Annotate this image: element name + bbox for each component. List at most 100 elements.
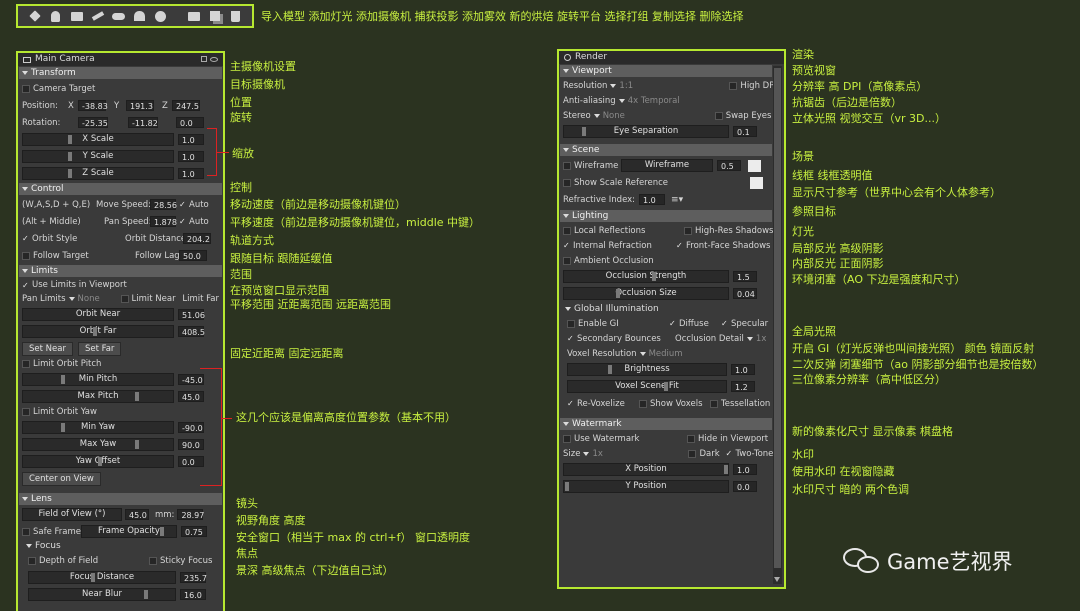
- scale-color-swatch[interactable]: [750, 176, 763, 189]
- x-scale-field[interactable]: 1.0: [178, 134, 204, 145]
- turntable-icon[interactable]: [150, 8, 171, 24]
- ypos-slider[interactable]: Y Position: [563, 480, 729, 493]
- checkbox[interactable]: [567, 319, 575, 328]
- mm-field[interactable]: 28.97: [177, 509, 204, 520]
- check-icon[interactable]: ✓: [563, 241, 571, 250]
- orbit-near-field[interactable]: 51.06: [178, 309, 205, 320]
- center-on-view-button[interactable]: Center on View: [22, 471, 101, 486]
- use-limits-row[interactable]: ✓ Use Limits in Viewport: [18, 278, 223, 292]
- checkbox[interactable]: [22, 408, 30, 416]
- xpos-slider[interactable]: X Position: [563, 463, 729, 476]
- brightness-slider[interactable]: Brightness: [567, 363, 727, 376]
- menu-icon[interactable]: ≡▾: [671, 195, 683, 205]
- rotation-x-field[interactable]: -25.35: [78, 117, 108, 128]
- check-icon[interactable]: ✓: [567, 334, 575, 343]
- wireframe-field[interactable]: 0.5: [717, 160, 741, 171]
- y-scale-slider[interactable]: Y Scale: [22, 150, 174, 163]
- occ-strength-field[interactable]: 1.5: [733, 271, 757, 282]
- chevron-down-icon[interactable]: [618, 98, 625, 103]
- camera-icon[interactable]: [66, 8, 87, 24]
- auto-check-icon[interactable]: ✓: [179, 217, 187, 226]
- voxel-fit-field[interactable]: 1.2: [731, 381, 755, 392]
- occ-size-slider[interactable]: Occlusion Size: [563, 287, 729, 300]
- wireframe-color-swatch[interactable]: [748, 159, 761, 172]
- xpos-field[interactable]: 1.0: [733, 464, 757, 475]
- orbit-distance-field[interactable]: 204.2: [183, 233, 211, 244]
- checkbox[interactable]: [710, 399, 718, 408]
- check-icon[interactable]: ✓: [669, 319, 677, 328]
- light-bulb-icon[interactable]: [45, 8, 66, 24]
- near-blur-slider[interactable]: Near Blur: [28, 588, 176, 601]
- checkbox[interactable]: [563, 256, 571, 265]
- checkbox[interactable]: [28, 556, 36, 565]
- occ-size-field[interactable]: 0.04: [733, 288, 757, 299]
- fov-slider[interactable]: Field of View (°): [22, 508, 122, 521]
- fog-icon[interactable]: [108, 8, 129, 24]
- checkbox[interactable]: [729, 81, 738, 90]
- checkbox[interactable]: [687, 434, 695, 443]
- min-pitch-slider[interactable]: Min Pitch: [22, 373, 174, 386]
- capture-icon[interactable]: [87, 8, 108, 24]
- limit-pitch-row[interactable]: Limit Orbit Pitch: [18, 357, 223, 371]
- near-blur-field[interactable]: 16.0: [180, 589, 206, 600]
- rotation-z-field[interactable]: 0.0: [176, 117, 204, 128]
- set-far-button[interactable]: Set Far: [77, 341, 122, 356]
- checkbox[interactable]: [688, 449, 697, 458]
- voxel-fit-slider[interactable]: Voxel Scene Fit: [567, 380, 727, 393]
- chevron-down-icon[interactable]: [583, 451, 590, 456]
- cube-icon[interactable]: [24, 8, 45, 24]
- check-icon[interactable]: ✓: [567, 399, 575, 408]
- wireframe-slider[interactable]: Wireframe: [621, 159, 713, 172]
- check-icon[interactable]: ✓: [676, 241, 684, 250]
- chevron-down-icon[interactable]: [639, 351, 646, 356]
- check-icon[interactable]: ✓: [725, 449, 733, 458]
- bake-icon[interactable]: [129, 8, 150, 24]
- position-y-field[interactable]: 191.3: [126, 100, 154, 111]
- lock-icon[interactable]: [201, 56, 207, 62]
- ypos-field[interactable]: 0.0: [733, 481, 757, 492]
- duplicate-icon[interactable]: [204, 8, 225, 24]
- y-scale-field[interactable]: 1.0: [178, 151, 204, 162]
- orbit-style-check-icon[interactable]: ✓: [22, 234, 30, 243]
- checkbox[interactable]: [22, 527, 30, 536]
- limit-yaw-row[interactable]: Limit Orbit Yaw: [18, 405, 223, 419]
- render-scrollbar[interactable]: [773, 66, 782, 584]
- transform-header[interactable]: Transform: [19, 67, 222, 79]
- set-near-button[interactable]: Set Near: [22, 341, 73, 356]
- chevron-down-icon[interactable]: [593, 113, 600, 118]
- lens-header[interactable]: Lens: [19, 493, 222, 505]
- scroll-down-icon[interactable]: [774, 577, 780, 582]
- checkbox[interactable]: [639, 399, 647, 408]
- x-scale-slider[interactable]: X Scale: [22, 133, 174, 146]
- move-speed-field[interactable]: 28.56: [150, 199, 177, 210]
- eye-sep-slider[interactable]: Eye Separation: [563, 125, 729, 138]
- checkbox[interactable]: [714, 111, 723, 120]
- z-scale-slider[interactable]: Z Scale: [22, 167, 174, 180]
- auto-check-icon[interactable]: ✓: [179, 200, 187, 209]
- select-group-icon[interactable]: [183, 8, 204, 24]
- position-z-field[interactable]: 247.5: [172, 100, 200, 111]
- eye-sep-field[interactable]: 0.1: [733, 126, 757, 137]
- focus-distance-field[interactable]: 235.7: [180, 572, 207, 583]
- scene-header[interactable]: Scene: [560, 144, 772, 156]
- gi-header[interactable]: Global Illumination: [559, 302, 784, 316]
- orbit-far-field[interactable]: 408.5: [178, 326, 205, 337]
- fov-field[interactable]: 45.0: [125, 509, 149, 520]
- lighting-header[interactable]: Lighting: [560, 210, 772, 222]
- frame-opacity-slider[interactable]: Frame Opacity: [81, 525, 177, 538]
- checkbox[interactable]: [684, 226, 692, 235]
- limits-header[interactable]: Limits: [19, 265, 222, 277]
- checkbox[interactable]: [22, 360, 30, 368]
- refractive-field[interactable]: 1.0: [639, 194, 666, 205]
- checkbox[interactable]: [22, 84, 30, 93]
- checkbox[interactable]: [120, 295, 129, 303]
- eye-icon[interactable]: [210, 57, 218, 62]
- orbit-near-slider[interactable]: Orbit Near: [22, 308, 174, 321]
- trash-icon[interactable]: [225, 8, 246, 24]
- camera-target-row[interactable]: Camera Target: [18, 80, 223, 97]
- checkbox[interactable]: [563, 178, 571, 187]
- focus-header[interactable]: Focus: [18, 540, 223, 552]
- z-scale-field[interactable]: 1.0: [178, 168, 204, 179]
- ao-row[interactable]: Ambient Occlusion: [559, 253, 784, 268]
- chevron-down-icon[interactable]: [610, 83, 617, 88]
